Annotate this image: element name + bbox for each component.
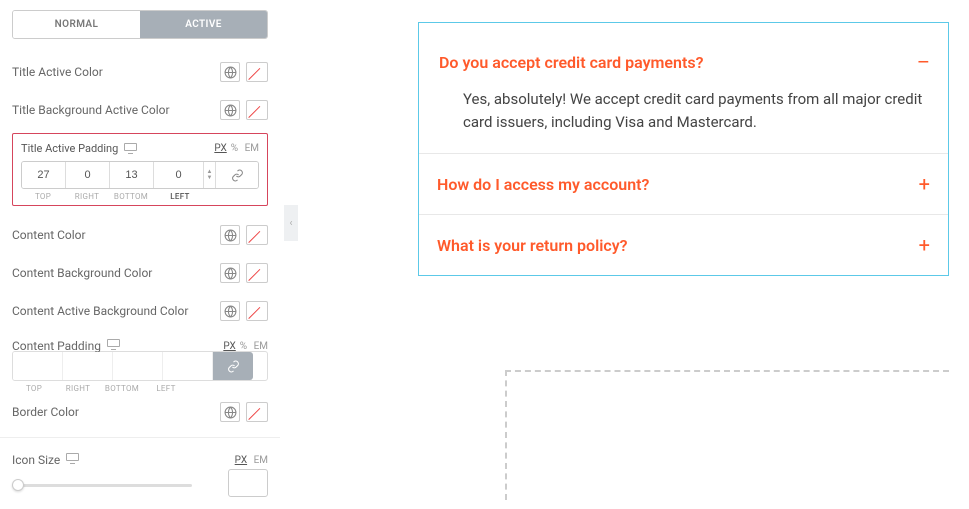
preview-area: Do you accept credit card payments? – Ye… — [418, 22, 949, 276]
unit-pct[interactable]: % — [231, 143, 238, 154]
style-sidebar: NORMAL ACTIVE Title Active Color Title B… — [0, 0, 280, 507]
content-padding-inputs — [12, 351, 268, 381]
color-picker[interactable] — [246, 100, 268, 120]
faq-question: How do I access my account? — [437, 175, 919, 194]
empty-section-placeholder[interactable] — [505, 370, 949, 500]
responsive-icon[interactable] — [124, 143, 137, 154]
color-picker[interactable] — [246, 62, 268, 82]
link-values-icon[interactable] — [213, 352, 253, 380]
unit-switch: PX% EM — [223, 341, 268, 352]
unit-pct[interactable]: % — [240, 341, 247, 352]
state-tabs: NORMAL ACTIVE — [12, 10, 268, 39]
link-values-icon[interactable] — [216, 162, 258, 188]
faq-accordion: Do you accept credit card payments? – Ye… — [418, 22, 949, 276]
faq-question: Do you accept credit card payments? — [439, 53, 917, 72]
field-content-color: Content Color — [12, 216, 268, 254]
icon-size-slider[interactable] — [12, 479, 192, 491]
globe-icon[interactable] — [220, 301, 240, 321]
field-title-active-color: Title Active Color — [12, 53, 268, 91]
globe-icon[interactable] — [220, 100, 240, 120]
stepper[interactable]: ▲▼ — [204, 162, 216, 188]
responsive-icon[interactable] — [66, 453, 79, 464]
unit-em[interactable]: EM — [254, 455, 268, 466]
unit-em[interactable]: EM — [245, 143, 259, 154]
label: Icon Size — [12, 453, 235, 467]
label-top: TOP — [21, 192, 65, 201]
label-right: RIGHT — [56, 384, 100, 393]
cp-bottom-input[interactable] — [113, 352, 163, 380]
label-right: RIGHT — [65, 192, 109, 201]
plus-icon: + — [919, 233, 930, 257]
unit-switch: PX EM — [235, 455, 268, 466]
label-left: LEFT — [144, 384, 188, 393]
globe-icon[interactable] — [220, 402, 240, 422]
padding-top-input[interactable] — [22, 162, 66, 188]
globe-icon[interactable] — [220, 263, 240, 283]
globe-icon[interactable] — [220, 225, 240, 245]
plus-icon: + — [919, 172, 930, 196]
color-picker[interactable] — [246, 301, 268, 321]
label: Title Active Padding — [21, 142, 214, 155]
icon-size-input[interactable] — [228, 469, 268, 497]
cp-right-input[interactable] — [63, 352, 113, 380]
color-picker[interactable] — [246, 402, 268, 422]
tab-active[interactable]: ACTIVE — [140, 11, 267, 38]
field-content-bg-color: Content Background Color — [12, 254, 268, 292]
field-border-color: Border Color — [12, 393, 268, 431]
field-content-active-bg-color: Content Active Background Color — [12, 292, 268, 330]
label: Content Color — [12, 228, 220, 242]
faq-item: What is your return policy? + — [419, 215, 948, 275]
faq-header[interactable]: What is your return policy? + — [419, 215, 948, 275]
padding-right-input[interactable] — [66, 162, 110, 188]
collapse-sidebar-button[interactable]: ‹ — [284, 205, 298, 241]
unit-px[interactable]: PX — [223, 341, 235, 352]
label: Content Padding — [12, 339, 223, 353]
padding-bottom-input[interactable] — [110, 162, 154, 188]
slider-thumb[interactable] — [12, 479, 24, 491]
padding-left-input[interactable] — [154, 162, 204, 188]
unit-em[interactable]: EM — [254, 341, 268, 352]
faq-item: Do you accept credit card payments? – Ye… — [419, 23, 948, 154]
faq-header[interactable]: Do you accept credit card payments? – — [419, 23, 948, 88]
field-icon-size: Icon Size PX EM — [12, 444, 268, 469]
label: Content Background Color — [12, 266, 220, 280]
faq-header[interactable]: How do I access my account? + — [419, 154, 948, 214]
color-picker[interactable] — [246, 263, 268, 283]
label-top: TOP — [12, 384, 56, 393]
label: Content Active Background Color — [12, 304, 220, 318]
padding-inputs: ▲▼ — [21, 161, 259, 189]
label-left: LEFT — [153, 192, 207, 201]
color-picker[interactable] — [246, 225, 268, 245]
cp-left-input[interactable] — [163, 352, 213, 380]
globe-icon[interactable] — [220, 62, 240, 82]
label: Title Active Color — [12, 65, 220, 79]
faq-item: How do I access my account? + — [419, 154, 948, 215]
label-bottom: BOTTOM — [109, 192, 153, 201]
minus-icon: – — [917, 50, 930, 74]
divider — [0, 437, 280, 438]
unit-px[interactable]: PX — [235, 455, 247, 466]
title-active-padding-group: Title Active Padding PX% EM ▲▼ TOP RIGHT… — [12, 133, 268, 206]
tab-normal[interactable]: NORMAL — [13, 11, 140, 38]
responsive-icon[interactable] — [107, 339, 120, 350]
unit-px[interactable]: PX — [214, 143, 226, 154]
field-title-bg-active-color: Title Background Active Color — [12, 91, 268, 129]
label-bottom: BOTTOM — [100, 384, 144, 393]
faq-question: What is your return policy? — [437, 236, 919, 255]
faq-answer: Yes, absolutely! We accept credit card p… — [419, 88, 948, 153]
unit-switch: PX% EM — [214, 143, 259, 154]
label: Border Color — [12, 405, 220, 419]
cp-top-input[interactable] — [13, 352, 63, 380]
label: Title Background Active Color — [12, 103, 220, 117]
